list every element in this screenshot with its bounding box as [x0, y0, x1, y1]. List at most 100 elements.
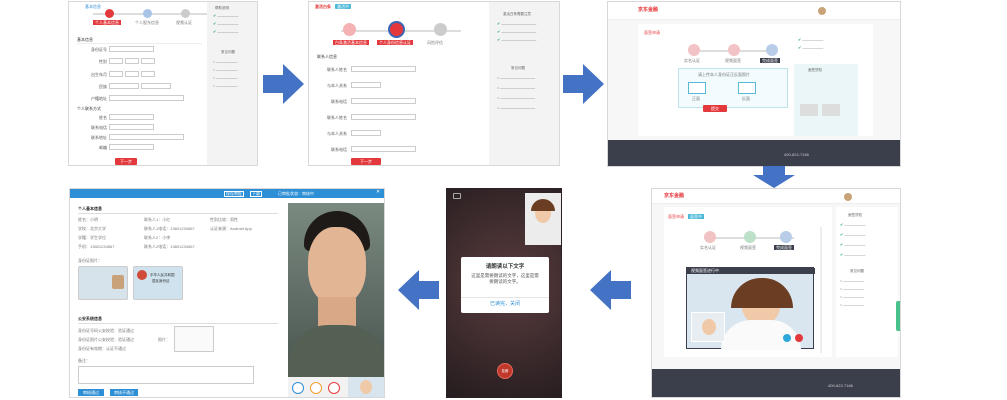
section-personal-title: 个人基本信息: [78, 206, 102, 211]
sidebar-title: 激活白条需要注意: [503, 12, 531, 16]
id-front-upload[interactable]: [688, 82, 706, 94]
contact1-relation-select[interactable]: [351, 82, 381, 88]
contact2-name-input[interactable]: [351, 114, 416, 120]
panel-activation-form: 激活白条 激活中 白条激活基本信息 个人身份信息认证 风险评估 联系人信息 联系…: [308, 1, 560, 166]
hangup-icon[interactable]: [328, 382, 340, 394]
arrow-right-icon: [263, 64, 304, 104]
step-1-icon: [688, 44, 700, 56]
step-2-icon: [744, 231, 756, 243]
example-image: [800, 104, 818, 116]
birth-year-select[interactable]: [109, 71, 123, 77]
step-1-icon: [343, 23, 356, 36]
upload-front-label: 正面: [692, 96, 700, 101]
birth-month-select[interactable]: [125, 71, 139, 77]
self-preview: [691, 312, 725, 342]
applicant-shirt: [288, 325, 384, 377]
sidebar-item: ○ ——————————: [497, 76, 536, 80]
avatar[interactable]: [844, 193, 852, 201]
field-label-id: 身份证号: [91, 47, 107, 52]
hangup-icon[interactable]: [795, 334, 803, 342]
contact-address-input[interactable]: [109, 134, 184, 140]
step-3-icon: [780, 231, 792, 243]
birth-day-select[interactable]: [141, 71, 155, 77]
hangup-button[interactable]: 挂断: [497, 363, 513, 379]
step-2-label: 个人身份信息认证: [377, 40, 413, 45]
field-label-gender: 性别: [99, 59, 107, 64]
camera-switch-icon[interactable]: [453, 193, 461, 199]
sidebar-item: ○ ——————: [213, 84, 238, 88]
feedback-tab[interactable]: [896, 301, 900, 331]
avatar[interactable]: [818, 7, 826, 15]
id-number-input[interactable]: [109, 46, 154, 52]
toolbar-status: 已审批状态：审核中: [278, 191, 314, 196]
step-2-icon: [143, 9, 152, 18]
remark-textarea[interactable]: [78, 366, 254, 384]
step-1-icon: [105, 9, 114, 18]
contact1-name-input[interactable]: [351, 66, 416, 72]
footer: 400-622-7166: [652, 369, 900, 397]
photo-label: 照片：: [158, 337, 170, 342]
sidebar-item: ○ ——————: [213, 60, 238, 64]
toolbar-download[interactable]: 下载: [250, 191, 262, 197]
reject-button[interactable]: 审核不通过: [110, 389, 138, 396]
sidebar-item: ✔ ——————: [840, 222, 866, 228]
arrow-down-icon: [753, 166, 795, 188]
status-badge: 面签中: [688, 214, 704, 219]
close-icon[interactable]: ✕: [376, 190, 380, 195]
name-input[interactable]: [109, 114, 154, 120]
sidebar-item: ✔ ——————: [798, 45, 824, 51]
contact1-phone-input[interactable]: [351, 98, 416, 104]
arrow-left-icon: [398, 270, 439, 310]
status-badge: 激活中: [335, 4, 351, 9]
mic-icon[interactable]: [783, 334, 791, 342]
sidebar-item: ✔ ——————: [840, 242, 866, 248]
dialog-title: 请朗读以下文字: [485, 264, 525, 270]
sidebar-title: 帮助说明: [215, 6, 229, 10]
camera-icon[interactable]: [310, 382, 322, 394]
side-title-2: 常见问题: [850, 269, 864, 273]
ethnic-select[interactable]: [109, 83, 139, 89]
agent-hair: [731, 278, 793, 308]
agent-hair: [531, 199, 555, 211]
divider: [820, 227, 822, 353]
id-card-back[interactable]: 中华人民共和国 居民身份证: [133, 266, 183, 300]
emblem-icon: [137, 270, 147, 280]
submit-button[interactable]: 提交: [703, 105, 727, 112]
zip-input[interactable]: [109, 144, 154, 150]
section-check-title: 公安系统信息: [78, 316, 102, 321]
video-window: 视频面签进行中: [686, 267, 815, 350]
panel-id-upload: 京东金融 面签申请 实名认证 视频面签 完成面签 请上传本人身份证正反面照片 正…: [607, 1, 901, 167]
id-card-front[interactable]: [78, 266, 128, 300]
sidebar-item: ✔ ——————: [840, 252, 866, 258]
field-label: 与本人关系: [327, 131, 347, 136]
gender-option-1[interactable]: [109, 58, 123, 64]
id-back-upload[interactable]: [738, 82, 756, 94]
contact2-relation-select[interactable]: [351, 130, 381, 136]
dialog-close-button[interactable]: 已读完，关闭: [461, 300, 549, 307]
contact2-phone-input[interactable]: [351, 146, 416, 152]
sidebar-item: ○ ——————————: [497, 106, 536, 110]
step-3-label: 风险评估: [427, 40, 443, 45]
sidebar-item: ○ ——————————: [497, 86, 536, 90]
title-bar: 保存审批 下载 已审批状态：审核中 ✕: [70, 189, 384, 198]
video-title: 视频面签进行中: [691, 268, 719, 273]
side-title: 面签须知: [808, 68, 822, 72]
gender-option-3[interactable]: [141, 58, 155, 64]
step-1-label: 实名认证: [700, 245, 716, 250]
next-button[interactable]: 下一步: [351, 158, 381, 165]
field-label-contact-address: 联系地址: [91, 135, 107, 140]
gender-option-2[interactable]: [125, 58, 139, 64]
sidebar-item: ✔ ——————————: [497, 21, 537, 27]
chat-icon[interactable]: [292, 382, 304, 394]
address-input[interactable]: [109, 95, 184, 101]
brand-logo: 京东金融: [664, 193, 685, 199]
phone-input[interactable]: [109, 124, 154, 130]
next-button[interactable]: 下一步: [115, 158, 137, 165]
toolbar-save[interactable]: 保存审批: [224, 191, 244, 197]
approve-button[interactable]: 审核通过: [78, 389, 104, 396]
top-header: [652, 189, 900, 204]
id-card-title: 中华人民共和国: [150, 273, 175, 277]
ethnic-select-2[interactable]: [141, 83, 171, 89]
page-title: 面签申请: [644, 30, 660, 35]
footer-phone: 400-622-7166: [784, 152, 809, 157]
